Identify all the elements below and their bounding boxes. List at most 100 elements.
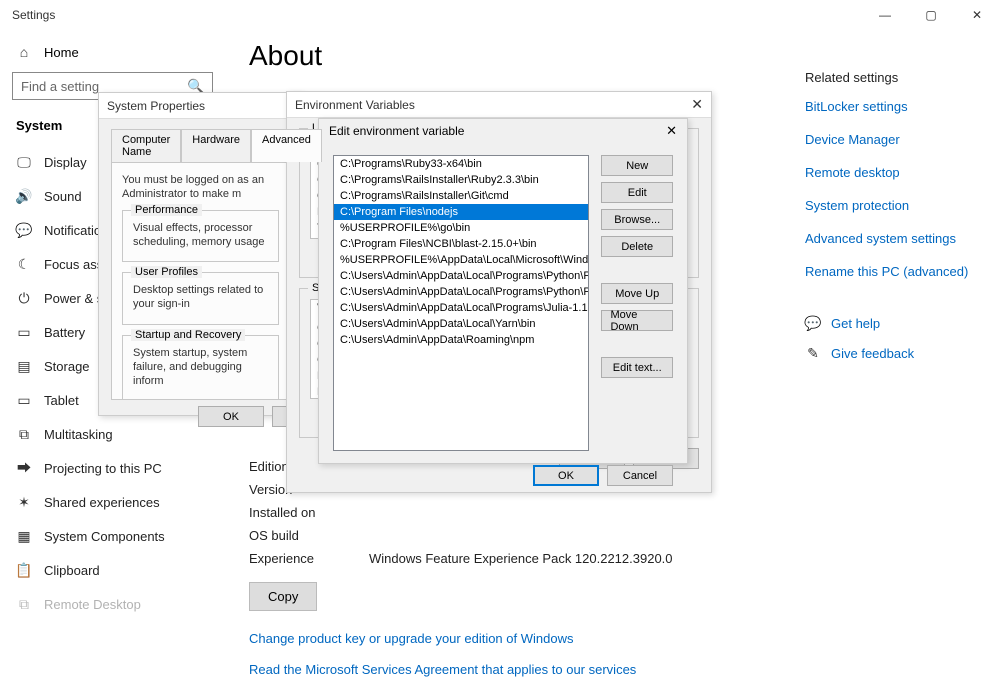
nav-label: Tablet — [44, 393, 79, 408]
admin-note: You must be logged on as an Administrato… — [122, 173, 279, 202]
editvar-ok-button[interactable]: OK — [533, 465, 599, 486]
battery-icon: ▭ — [16, 324, 32, 340]
home-link[interactable]: ⌂ Home — [0, 36, 225, 68]
feedback-icon: ✎ — [805, 345, 821, 361]
edit-text-button[interactable]: Edit text... — [601, 357, 673, 378]
tablet-icon: ▭ — [16, 392, 32, 408]
window-title: Settings — [12, 8, 55, 22]
path-entry[interactable]: C:\Users\Admin\AppData\Local\Programs\Ju… — [334, 300, 588, 316]
nav-label: Sound — [44, 189, 82, 204]
home-label: Home — [44, 45, 79, 60]
nav-label: Battery — [44, 325, 85, 340]
move-up-button[interactable]: Move Up — [601, 283, 673, 304]
related-advanced-settings[interactable]: Advanced system settings — [805, 231, 996, 246]
related-bitlocker[interactable]: BitLocker settings — [805, 99, 996, 114]
give-feedback-link[interactable]: ✎Give feedback — [805, 345, 996, 361]
power-icon: ⏻ — [16, 290, 32, 306]
services-agreement-link[interactable]: Read the Microsoft Services Agreement th… — [249, 662, 781, 677]
components-icon: ▦ — [16, 528, 32, 544]
projecting-icon: ⮕ — [16, 460, 32, 476]
help-icon: 💬 — [805, 315, 821, 331]
editvar-title: Edit environment variable — [329, 124, 464, 138]
spec-row-osbuild: OS build — [249, 528, 781, 543]
edit-button[interactable]: Edit — [601, 182, 673, 203]
nav-label: Storage — [44, 359, 90, 374]
editvar-cancel-button[interactable]: Cancel — [607, 465, 673, 486]
copy-button[interactable]: Copy — [249, 582, 317, 611]
shared-icon: ✶ — [16, 494, 32, 510]
sidebar-item-system-components[interactable]: ▦ System Components — [0, 519, 225, 553]
nav-label: Display — [44, 155, 87, 170]
editvar-titlebar[interactable]: Edit environment variable ✕ — [319, 119, 687, 143]
notifications-icon: 💬 — [16, 222, 32, 238]
clipboard-icon: 📋 — [16, 562, 32, 578]
spec-row-installed: Installed on — [249, 505, 781, 520]
sysprops-tabs: Computer Name Hardware Advanced System P… — [111, 129, 290, 162]
envvars-titlebar[interactable]: Environment Variables ✕ — [287, 92, 711, 118]
related-rename-pc[interactable]: Rename this PC (advanced) — [805, 264, 996, 279]
nav-label: Projecting to this PC — [44, 461, 162, 476]
sidebar-item-projecting[interactable]: ⮕ Projecting to this PC — [0, 451, 225, 485]
editvar-close-icon[interactable]: ✕ — [666, 123, 677, 139]
sidebar-item-shared-experiences[interactable]: ✶ Shared experiences — [0, 485, 225, 519]
window-titlebar: Settings — ▢ ✕ — [0, 0, 1000, 30]
sysprops-ok-button[interactable]: OK — [198, 406, 264, 427]
related-panel: Related settings BitLocker settings Devi… — [805, 30, 1000, 591]
performance-desc: Visual effects, processor scheduling, me… — [133, 221, 268, 250]
storage-icon: ▤ — [16, 358, 32, 374]
tab-advanced[interactable]: Advanced — [251, 129, 322, 162]
sidebar-item-clipboard[interactable]: 📋 Clipboard — [0, 553, 225, 587]
browse-button[interactable]: Browse... — [601, 209, 673, 230]
path-entries-list[interactable]: C:\Programs\Ruby33-x64\binC:\Programs\Ra… — [333, 155, 589, 451]
search-placeholder: Find a setting — [21, 79, 99, 94]
edit-env-variable-dialog: Edit environment variable ✕ C:\Programs\… — [318, 118, 688, 464]
path-entry[interactable]: C:\Programs\RailsInstaller\Git\cmd — [334, 188, 588, 204]
nav-label: Shared experiences — [44, 495, 160, 510]
tab-hardware[interactable]: Hardware — [181, 129, 251, 162]
system-properties-titlebar[interactable]: System Properties — [99, 93, 302, 119]
new-button[interactable]: New — [601, 155, 673, 176]
related-system-protection[interactable]: System protection — [805, 198, 996, 213]
multitasking-icon: ⧉ — [16, 426, 32, 442]
path-entry[interactable]: C:\Program Files\NCBI\blast-2.15.0+\bin — [334, 236, 588, 252]
path-entry[interactable]: C:\Users\Admin\AppData\Roaming\npm — [334, 332, 588, 348]
minimize-button[interactable]: — — [862, 0, 908, 30]
startup-recovery-desc: System startup, system failure, and debu… — [133, 346, 268, 389]
sound-icon: 🔊 — [16, 188, 32, 204]
user-profiles-legend: User Profiles — [131, 266, 202, 278]
path-entry[interactable]: C:\Users\Admin\AppData\Local\Yarn\bin — [334, 316, 588, 332]
related-device-manager[interactable]: Device Manager — [805, 132, 996, 147]
page-title: About — [249, 40, 781, 72]
remote-icon: ⧉ — [16, 596, 32, 612]
path-entry[interactable]: C:\Program Files\nodejs — [334, 204, 588, 220]
system-properties-dialog: System Properties Computer Name Hardware… — [98, 92, 303, 416]
display-icon: 🖵 — [16, 154, 32, 170]
performance-legend: Performance — [131, 204, 202, 216]
window-controls: — ▢ ✕ — [862, 0, 1000, 30]
system-properties-title: System Properties — [107, 99, 205, 113]
path-entry[interactable]: C:\Programs\Ruby33-x64\bin — [334, 156, 588, 172]
delete-button[interactable]: Delete — [601, 236, 673, 257]
close-button[interactable]: ✕ — [954, 0, 1000, 30]
envvars-close-icon[interactable]: ✕ — [691, 96, 703, 113]
user-profiles-desc: Desktop settings related to your sign-in — [133, 283, 268, 312]
focus-icon: ☾ — [16, 256, 32, 272]
sidebar-item-remote-desktop[interactable]: ⧉ Remote Desktop — [0, 587, 225, 621]
tab-computer-name[interactable]: Computer Name — [111, 129, 181, 162]
change-product-key-link[interactable]: Change product key or upgrade your editi… — [249, 631, 781, 646]
get-help-link[interactable]: 💬Get help — [805, 315, 996, 331]
related-heading: Related settings — [805, 70, 996, 85]
path-entry[interactable]: C:\Programs\RailsInstaller\Ruby2.3.3\bin — [334, 172, 588, 188]
envvars-title: Environment Variables — [295, 98, 415, 112]
related-remote-desktop[interactable]: Remote desktop — [805, 165, 996, 180]
path-entry[interactable]: C:\Users\Admin\AppData\Local\Programs\Py… — [334, 284, 588, 300]
move-down-button[interactable]: Move Down — [601, 310, 673, 331]
spec-row-experience: ExperienceWindows Feature Experience Pac… — [249, 551, 781, 566]
nav-label: Clipboard — [44, 563, 100, 578]
path-entry[interactable]: C:\Users\Admin\AppData\Local\Programs\Py… — [334, 268, 588, 284]
nav-label: Remote Desktop — [44, 597, 141, 612]
path-entry[interactable]: %USERPROFILE%\go\bin — [334, 220, 588, 236]
path-entry[interactable]: %USERPROFILE%\AppData\Local\Microsoft\Wi… — [334, 252, 588, 268]
nav-label: System Components — [44, 529, 165, 544]
maximize-button[interactable]: ▢ — [908, 0, 954, 30]
